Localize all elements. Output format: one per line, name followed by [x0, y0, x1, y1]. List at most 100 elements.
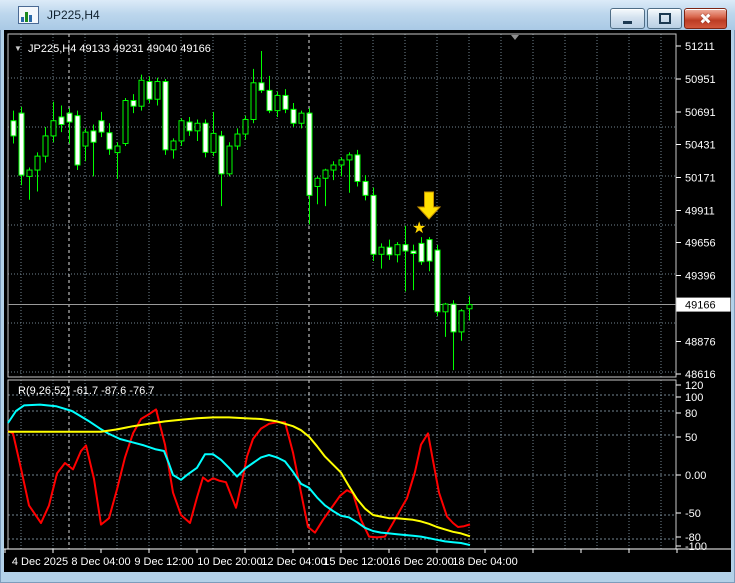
bull-candle	[211, 133, 216, 152]
bull-candle	[123, 101, 128, 144]
svg-text:50691: 50691	[685, 107, 716, 119]
bull-candle	[35, 156, 40, 170]
window-titlebar[interactable]: JP225,H4	[0, 0, 735, 30]
svg-text:49396: 49396	[685, 271, 716, 283]
bull-candle	[315, 178, 320, 186]
svg-text:50951: 50951	[685, 74, 716, 86]
svg-text:100: 100	[685, 392, 703, 404]
chart-content: ★ 51211 50951 50691 50431 50171 49911 49656 4939…	[4, 30, 731, 572]
bear-candle	[307, 113, 312, 195]
close-button[interactable]	[684, 8, 727, 29]
bull-candle	[115, 146, 120, 153]
close-icon	[699, 13, 712, 24]
mt4-chart-window: JP225,H4 ★ 51211 50951 50691 50431 50171 49911…	[0, 0, 735, 583]
bull-candle	[467, 305, 472, 309]
svg-text:10 Dec 20:00: 10 Dec 20:00	[197, 556, 262, 568]
svg-text:50171: 50171	[685, 173, 716, 185]
bull-candle	[155, 82, 160, 100]
svg-text:JP225,H4 49133 49231 49040 49: JP225,H4 49133 49231 49040 49166	[28, 43, 211, 55]
bear-candle	[75, 116, 80, 165]
bull-candle	[243, 119, 248, 134]
bear-candle	[91, 131, 96, 142]
svg-text:16 Dec 20:00: 16 Dec 20:00	[388, 556, 453, 568]
svg-text:49656: 49656	[685, 238, 716, 250]
bear-candle	[107, 133, 112, 149]
bear-candle	[67, 113, 72, 122]
restore-icon	[659, 13, 671, 24]
svg-text:48876: 48876	[685, 336, 716, 348]
bull-candle	[227, 146, 232, 174]
bear-candle	[203, 123, 208, 152]
chart-canvas[interactable]: ★ 51211 50951 50691 50431 50171 49911 49656 4939…	[4, 30, 731, 572]
bull-candle	[195, 123, 200, 131]
bull-candle	[347, 155, 352, 160]
bull-candle	[275, 95, 280, 110]
svg-text:0.00: 0.00	[685, 470, 706, 482]
bull-candle	[43, 136, 48, 156]
bull-candle	[459, 311, 464, 332]
bull-candle	[395, 245, 400, 255]
svg-text:50431: 50431	[685, 140, 716, 152]
bear-candle	[291, 109, 296, 123]
bear-candle	[187, 122, 192, 131]
bull-candle	[27, 170, 32, 176]
bull-candle	[323, 170, 328, 178]
bear-candle	[435, 250, 440, 312]
bear-candle	[131, 101, 136, 107]
bull-candle	[299, 113, 304, 123]
bear-candle	[451, 304, 456, 332]
bear-candle	[355, 155, 360, 182]
bear-candle	[259, 83, 264, 91]
svg-text:49911: 49911	[685, 205, 715, 217]
svg-text:80: 80	[685, 408, 697, 420]
bull-candle	[443, 304, 448, 312]
chart-window-icon	[18, 6, 39, 24]
restore-button[interactable]	[647, 8, 682, 29]
ohlc-header: ▼ JP225,H4 49133 49231 49040 49166	[14, 43, 211, 55]
bear-candle	[99, 121, 104, 132]
bear-candle	[267, 90, 272, 110]
svg-text:49166: 49166	[685, 300, 716, 312]
bear-candle	[11, 121, 16, 136]
svg-text:50: 50	[685, 432, 697, 444]
svg-text:120: 120	[685, 380, 703, 392]
svg-text:15 Dec 12:00: 15 Dec 12:00	[323, 556, 388, 568]
star-icon: ★	[412, 220, 426, 237]
svg-text:18 Dec 04:00: 18 Dec 04:00	[452, 556, 517, 568]
svg-text:9 Dec 12:00: 9 Dec 12:00	[134, 556, 193, 568]
svg-text:R(9,26,52) -61.7 -87.6 -76.7: R(9,26,52) -61.7 -87.6 -76.7	[18, 385, 154, 397]
bear-candle	[219, 136, 224, 174]
wpr-label: R(9,26,52) -61.7 -87.6 -76.7	[18, 385, 154, 397]
bear-candle	[147, 82, 152, 100]
bull-candle	[139, 80, 144, 106]
bull-candle	[235, 134, 240, 146]
minimize-button[interactable]	[610, 8, 645, 29]
bear-candle	[163, 82, 168, 150]
svg-text:▼: ▼	[14, 44, 22, 53]
bear-candle	[59, 117, 64, 125]
bear-candle	[427, 240, 432, 261]
bear-candle	[419, 243, 424, 261]
svg-text:-50: -50	[685, 508, 701, 520]
svg-text:51211: 51211	[685, 41, 715, 53]
bear-candle	[403, 245, 408, 251]
svg-text:4 Dec 2025: 4 Dec 2025	[12, 556, 68, 568]
bull-candle	[171, 141, 176, 150]
bull-candle	[179, 121, 184, 141]
bull-candle	[251, 83, 256, 120]
bull-candle	[331, 165, 336, 170]
minimize-icon	[623, 21, 632, 24]
bear-candle	[387, 247, 392, 255]
bear-candle	[363, 181, 368, 195]
bear-candle	[371, 195, 376, 254]
window-title: JP225,H4	[47, 8, 100, 22]
svg-text:12 Dec 04:00: 12 Dec 04:00	[261, 556, 326, 568]
window-controls	[610, 8, 727, 29]
bull-candle	[83, 132, 88, 146]
svg-text:8 Dec 04:00: 8 Dec 04:00	[71, 556, 130, 568]
bull-candle	[339, 160, 344, 165]
svg-text:-100: -100	[685, 541, 707, 553]
bear-candle	[283, 95, 288, 109]
bull-candle	[51, 121, 56, 136]
bear-candle	[19, 113, 24, 175]
